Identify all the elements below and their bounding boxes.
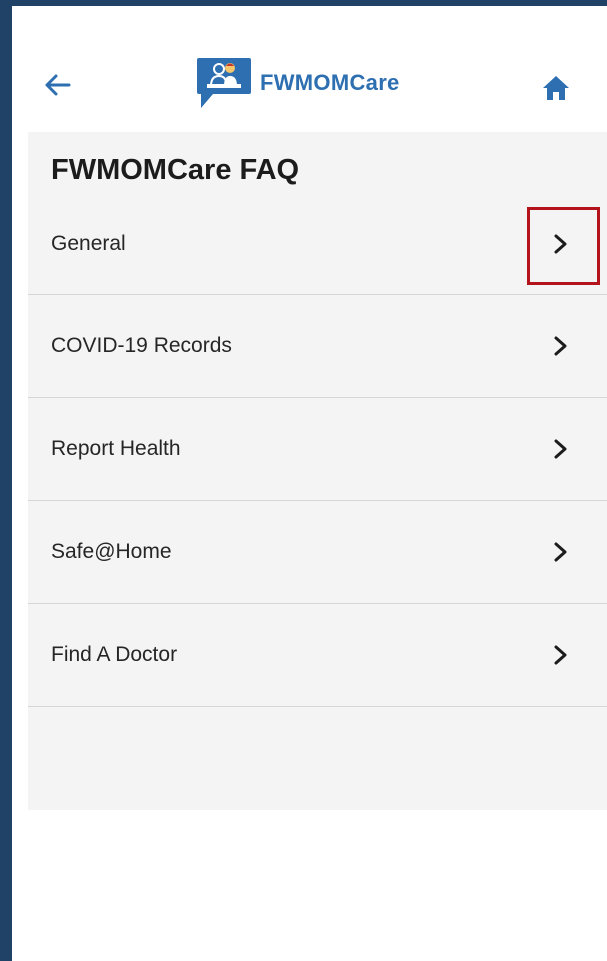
faq-item-label: Report Health (51, 437, 181, 460)
app-header (12, 6, 607, 132)
faq-item-label: General (51, 232, 126, 255)
app-title: FWMOMCare (260, 70, 400, 95)
fwmomcare-logo-icon (195, 56, 253, 112)
faq-item-covid-19-records[interactable]: COVID-19 Records (28, 295, 607, 398)
faq-list: General COVID-19 Records Report Health S… (28, 194, 607, 707)
faq-item-label: COVID-19 Records (51, 334, 232, 357)
home-icon (543, 76, 569, 100)
chevron-right-icon[interactable] (552, 334, 570, 358)
chevron-right-icon[interactable] (552, 643, 570, 667)
faq-item-safe-at-home[interactable]: Safe@Home (28, 501, 607, 604)
arrow-left-icon (45, 74, 71, 96)
faq-item-find-a-doctor[interactable]: Find A Doctor (28, 604, 607, 707)
back-button[interactable] (40, 68, 74, 102)
home-button[interactable] (541, 74, 571, 102)
faq-content: FWMOMCare FAQ General COVID-19 Records R… (28, 132, 607, 810)
chevron-right-icon[interactable] (552, 232, 570, 256)
chevron-right-icon[interactable] (552, 540, 570, 564)
faq-item-label: Safe@Home (51, 540, 172, 563)
faq-item-general[interactable]: General (28, 194, 607, 295)
page-title: FWMOMCare FAQ (51, 154, 300, 186)
chevron-right-icon[interactable] (552, 437, 570, 461)
faq-item-report-health[interactable]: Report Health (28, 398, 607, 501)
faq-item-label: Find A Doctor (51, 643, 178, 666)
